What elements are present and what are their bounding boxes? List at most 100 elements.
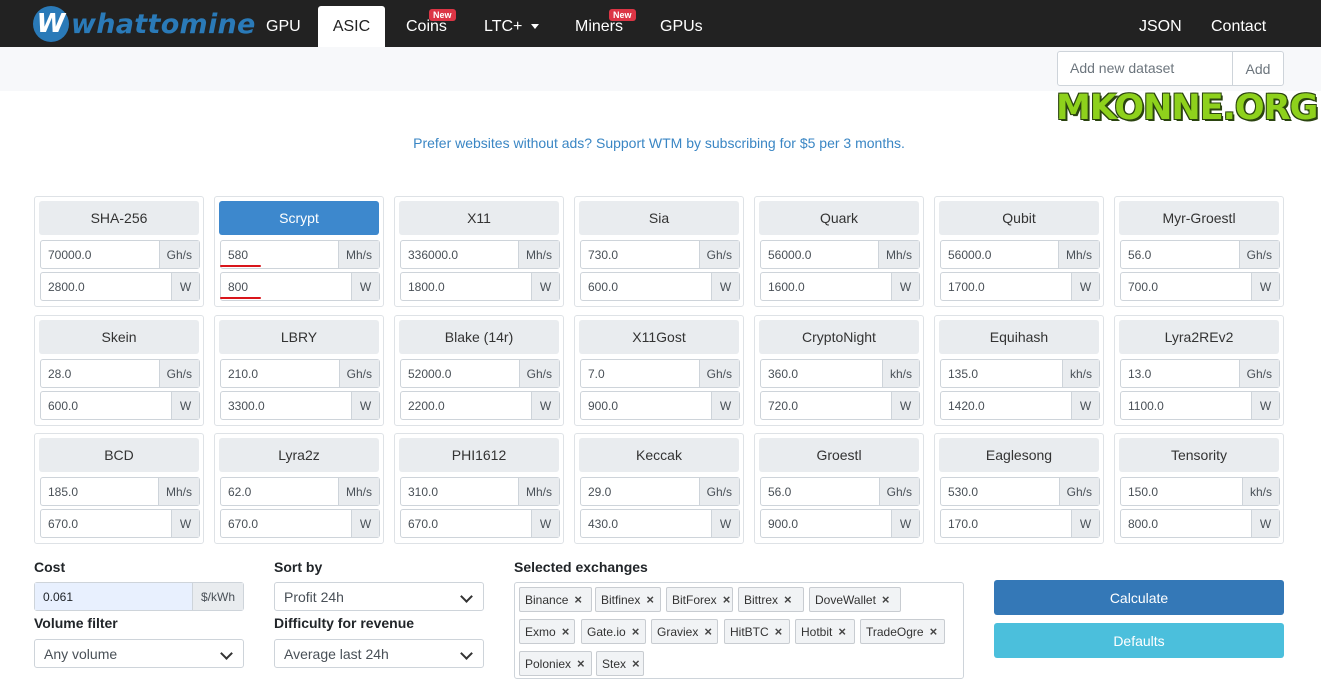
hashrate-field[interactable]: 150.0 kh/s: [1120, 477, 1280, 506]
remove-icon[interactable]: ×: [574, 592, 582, 607]
power-input[interactable]: 670.0: [401, 510, 531, 537]
hashrate-field[interactable]: 310.0 Mh/s: [400, 477, 560, 506]
exchange-chip[interactable]: Bittrex ×: [738, 587, 804, 612]
exchange-chip[interactable]: HitBTC ×: [724, 619, 790, 644]
exchange-chip[interactable]: Hotbit ×: [795, 619, 855, 644]
power-field[interactable]: 1600.0 W: [760, 272, 920, 301]
power-field[interactable]: 1800.0 W: [400, 272, 560, 301]
power-input[interactable]: 670.0: [221, 510, 351, 537]
hashrate-field[interactable]: 7.0 Gh/s: [580, 359, 740, 388]
hashrate-input[interactable]: 185.0: [41, 478, 158, 505]
hashrate-input[interactable]: 150.0: [1121, 478, 1242, 505]
power-input[interactable]: 900.0: [761, 510, 891, 537]
algorithm-toggle-button[interactable]: Equihash: [939, 320, 1099, 354]
power-field[interactable]: 600.0 W: [580, 272, 740, 301]
algorithm-toggle-button[interactable]: Sia: [579, 201, 739, 235]
algorithm-toggle-button[interactable]: Scrypt: [219, 201, 379, 235]
hashrate-field[interactable]: 530.0 Gh/s: [940, 477, 1100, 506]
algorithm-toggle-button[interactable]: Blake (14r): [399, 320, 559, 354]
remove-icon[interactable]: ×: [562, 624, 570, 639]
algorithm-toggle-button[interactable]: Eaglesong: [939, 438, 1099, 472]
power-field[interactable]: 900.0 W: [760, 509, 920, 538]
power-input[interactable]: 1800.0: [401, 273, 531, 300]
power-field[interactable]: 720.0 W: [760, 391, 920, 420]
power-input[interactable]: 900.0: [581, 392, 711, 419]
algorithm-toggle-button[interactable]: Quark: [759, 201, 919, 235]
remove-icon[interactable]: ×: [704, 624, 712, 639]
hashrate-input[interactable]: 7.0: [581, 360, 699, 387]
hashrate-input[interactable]: 62.0: [221, 478, 338, 505]
sort-by-select[interactable]: Profit 24h: [274, 582, 484, 611]
hashrate-input[interactable]: 530.0: [941, 478, 1059, 505]
hashrate-input[interactable]: 360.0: [761, 360, 882, 387]
nav-gpus[interactable]: GPUs: [652, 6, 711, 47]
algorithm-toggle-button[interactable]: CryptoNight: [759, 320, 919, 354]
exchange-chip[interactable]: TradeOgre ×: [860, 619, 945, 644]
hashrate-input[interactable]: 310.0: [401, 478, 518, 505]
exchange-chip[interactable]: BitForex ×: [666, 587, 733, 612]
hashrate-field[interactable]: 56000.0 Mh/s: [940, 240, 1100, 269]
algorithm-toggle-button[interactable]: Groestl: [759, 438, 919, 472]
hashrate-field[interactable]: 210.0 Gh/s: [220, 359, 380, 388]
remove-icon[interactable]: ×: [646, 592, 654, 607]
nav-coins[interactable]: Coins New: [398, 6, 456, 47]
power-input[interactable]: 1420.0: [941, 392, 1071, 419]
algorithm-toggle-button[interactable]: Myr-Groestl: [1119, 201, 1279, 235]
power-input[interactable]: 2200.0: [401, 392, 531, 419]
brand-logo[interactable]: W whattomine: [33, 6, 256, 42]
power-field[interactable]: 900.0 W: [580, 391, 740, 420]
power-field[interactable]: 3300.0 W: [220, 391, 380, 420]
power-input[interactable]: 430.0: [581, 510, 711, 537]
nav-miners[interactable]: Miners New: [567, 6, 636, 47]
power-input[interactable]: 600.0: [41, 392, 171, 419]
algorithm-toggle-button[interactable]: LBRY: [219, 320, 379, 354]
remove-icon[interactable]: ×: [784, 592, 792, 607]
power-field[interactable]: 430.0 W: [580, 509, 740, 538]
hashrate-input[interactable]: 56.0: [1121, 241, 1239, 268]
power-input[interactable]: 1700.0: [941, 273, 1071, 300]
hashrate-input[interactable]: 13.0: [1121, 360, 1239, 387]
algorithm-toggle-button[interactable]: X11Gost: [579, 320, 739, 354]
power-field[interactable]: 670.0 W: [400, 509, 560, 538]
power-input[interactable]: 3300.0: [221, 392, 351, 419]
algorithm-toggle-button[interactable]: Lyra2REv2: [1119, 320, 1279, 354]
promo-link[interactable]: Prefer websites without ads? Support WTM…: [0, 135, 1318, 151]
hashrate-field[interactable]: 56.0 Gh/s: [760, 477, 920, 506]
hashrate-input[interactable]: 56.0: [761, 478, 879, 505]
dataset-input[interactable]: Add new dataset: [1057, 51, 1233, 86]
volume-filter-select[interactable]: Any volume: [34, 639, 244, 668]
hashrate-input[interactable]: 336000.0: [401, 241, 518, 268]
power-input[interactable]: 670.0: [41, 510, 171, 537]
nav-ltc-dropdown[interactable]: LTC+: [476, 6, 547, 47]
power-input[interactable]: 720.0: [761, 392, 891, 419]
hashrate-input[interactable]: 70000.0: [41, 241, 159, 268]
power-input[interactable]: 2800.0: [41, 273, 171, 300]
power-input[interactable]: 1600.0: [761, 273, 891, 300]
algorithm-toggle-button[interactable]: Lyra2z: [219, 438, 379, 472]
hashrate-field[interactable]: 13.0 Gh/s: [1120, 359, 1280, 388]
calculate-button[interactable]: Calculate: [994, 580, 1284, 615]
nav-json[interactable]: JSON: [1131, 6, 1190, 47]
remove-icon[interactable]: ×: [632, 624, 640, 639]
exchange-chip[interactable]: Bitfinex ×: [595, 587, 661, 612]
hashrate-input[interactable]: 580: [221, 241, 338, 268]
power-input[interactable]: 600.0: [581, 273, 711, 300]
hashrate-field[interactable]: 28.0 Gh/s: [40, 359, 200, 388]
algorithm-toggle-button[interactable]: Tensority: [1119, 438, 1279, 472]
hashrate-input[interactable]: 29.0: [581, 478, 699, 505]
power-field[interactable]: 800.0 W: [1120, 509, 1280, 538]
exchange-chip[interactable]: Stex ×: [596, 651, 644, 676]
defaults-button[interactable]: Defaults: [994, 623, 1284, 658]
power-field[interactable]: 700.0 W: [1120, 272, 1280, 301]
power-field[interactable]: 670.0 W: [40, 509, 200, 538]
algorithm-toggle-button[interactable]: Skein: [39, 320, 199, 354]
power-field[interactable]: 1700.0 W: [940, 272, 1100, 301]
hashrate-input[interactable]: 730.0: [581, 241, 699, 268]
hashrate-input[interactable]: 56000.0: [941, 241, 1058, 268]
hashrate-input[interactable]: 52000.0: [401, 360, 519, 387]
power-field[interactable]: 670.0 W: [220, 509, 380, 538]
remove-icon[interactable]: ×: [882, 592, 890, 607]
hashrate-input[interactable]: 28.0: [41, 360, 159, 387]
hashrate-field[interactable]: 56000.0 Mh/s: [760, 240, 920, 269]
algorithm-toggle-button[interactable]: BCD: [39, 438, 199, 472]
